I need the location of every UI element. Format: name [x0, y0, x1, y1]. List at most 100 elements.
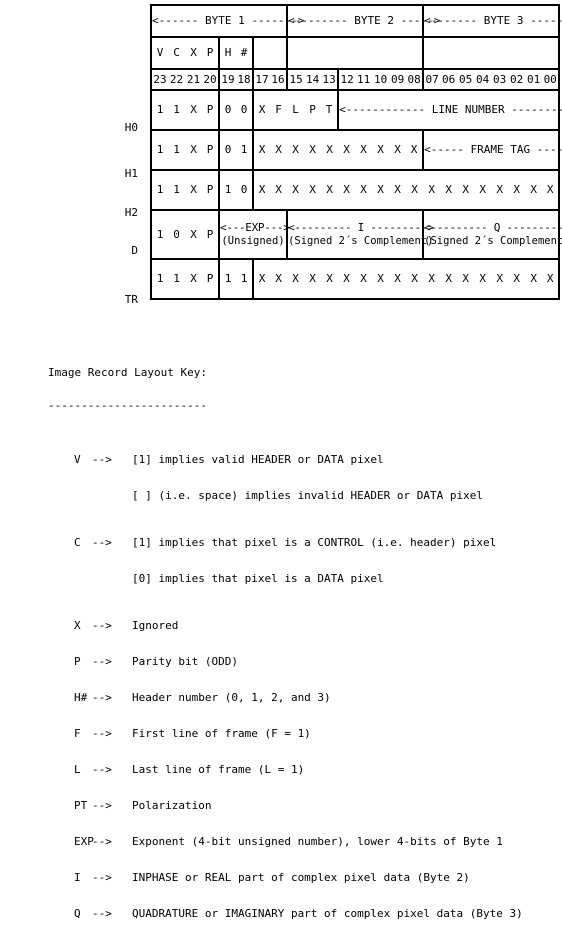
list-item: P --> Parity bit (ODD) — [48, 656, 523, 670]
legend-symbol-f: F — [74, 727, 81, 740]
legend-title-rule: ------------------------ — [48, 399, 207, 412]
tr-bit-08: X — [406, 259, 424, 300]
h2-bit-17: X — [252, 170, 270, 211]
h2-bit-11: X — [355, 170, 373, 211]
h2-bit-06: X — [440, 170, 458, 211]
legend-symbol-l: L — [74, 763, 81, 776]
legend-symbol-c: C — [74, 536, 81, 549]
tr-bit-04: X — [474, 259, 492, 300]
table-row-h0: 1 1 X P 0 0 X F L P T <------------ LINE… — [150, 90, 562, 131]
legend-symbol-hnum: H# — [74, 691, 88, 704]
row-label-h2: H2 — [124, 206, 138, 219]
tr-bit-16: X — [270, 259, 288, 300]
d-bit-21: X — [185, 210, 202, 260]
legend-arrow: --> — [92, 799, 112, 812]
bit-04: 04 — [474, 69, 492, 91]
legend-text-c-cont: [0] implies that pixel is a DATA pixel — [132, 572, 384, 585]
h0-bit-22: 1 — [168, 90, 185, 131]
bit-20: 20 — [202, 69, 219, 91]
h1-bit-12: X — [338, 130, 356, 171]
legend-arrow: --> — [92, 871, 112, 884]
tr-bit-13: X — [321, 259, 339, 300]
tr-bit-09: X — [389, 259, 407, 300]
h2-bit-01: X — [525, 170, 543, 211]
list-item: I --> INPHASE or REAL part of complex pixe… — [48, 872, 523, 886]
tr-bit-05: X — [457, 259, 475, 300]
h2-bit-22: 1 — [168, 170, 185, 211]
legend-text-l: Last line of frame (L = 1) — [132, 763, 305, 776]
tr-bit-01: X — [525, 259, 543, 300]
tr-bit-03: X — [491, 259, 509, 300]
h1-bit-17: X — [252, 130, 270, 171]
bit-15: 15 — [286, 69, 305, 91]
d-i-sublabel: (Signed 2´s Complement) — [288, 234, 434, 247]
byte-2-header: <-------- BYTE 2 -----> — [286, 4, 440, 38]
bit-05: 05 — [457, 69, 475, 91]
legend-symbol-p: P — [74, 655, 81, 668]
h0-bit-13: T — [321, 90, 339, 131]
legend-text-hnum: Header number (0, 1, 2, and 3) — [132, 691, 331, 704]
legend-key: Image Record Layout Key: ---------------… — [48, 345, 523, 933]
table-row-h1: 1 1 X P 0 1 X X X X X X X X X X <----- F… — [150, 130, 562, 171]
byte-header-row: <------ BYTE 1 -------> <-------- BYTE 2… — [149, 4, 562, 38]
d-exp-sublabel: (Unsigned) — [221, 234, 285, 247]
d-bit-20: P — [202, 210, 219, 260]
bit-10: 10 — [372, 69, 390, 91]
legend-text-exp: Exponent (4-bit unsigned number), lower … — [132, 835, 503, 848]
h1-bit-19: 0 — [218, 130, 236, 171]
list-item: F --> First line of frame (F = 1) — [48, 728, 523, 742]
tr-bit-19: 1 — [218, 259, 236, 300]
list-item: L --> Last line of frame (L = 1) — [48, 764, 523, 778]
legend-text-v: [1] implies valid HEADER or DATA pixel — [132, 453, 384, 466]
bit-field-table: <------ BYTE 1 -------> <-------- BYTE 2… — [149, 4, 562, 300]
list-item: X --> Ignored — [48, 620, 523, 634]
h2-bit-08: X — [406, 170, 424, 211]
h0-bit-18: 0 — [236, 90, 253, 131]
list-item: [ ] (i.e. space) implies invalid HEADER … — [48, 490, 523, 504]
legend-text-v-cont: [ ] (i.e. space) implies invalid HEADER … — [132, 489, 483, 502]
legend-text-q: QUADRATURE or IMAGINARY part of complex … — [132, 907, 523, 920]
field-label-blank-byte2 — [286, 37, 424, 70]
h1-bit-11: X — [355, 130, 373, 171]
tr-bit-12: X — [338, 259, 356, 300]
list-item: C --> [1] implies that pixel is a CONTROL … — [48, 537, 523, 551]
h2-bit-14: X — [304, 170, 322, 211]
h1-bit-20: P — [202, 130, 219, 171]
h2-bit-09: X — [389, 170, 407, 211]
bit-07: 07 — [422, 69, 441, 91]
h2-bit-00: X — [542, 170, 561, 211]
h1-bit-23: 1 — [150, 130, 168, 171]
tr-bit-21: X — [185, 259, 202, 300]
legend-arrow: --> — [92, 691, 112, 704]
field-label-h: H — [218, 37, 236, 70]
d-q-sublabel: (Signed 2´s Complement) — [424, 234, 562, 247]
h2-bit-05: X — [457, 170, 475, 211]
d-q-field: <--------- Q ---------> (Signed 2´s Comp… — [422, 210, 562, 260]
table-row-d: 1 0 X P <---EXP---> (Unsigned) <--------… — [150, 210, 562, 260]
d-exp-field: <---EXP---> (Unsigned) — [217, 210, 290, 260]
field-label-blank-byte3 — [422, 37, 561, 70]
h0-bit-23: 1 — [150, 90, 168, 131]
h1-frame-tag-span: <----- FRAME TAG -----> — [422, 130, 562, 171]
h1-bit-16: X — [270, 130, 288, 171]
h1-bit-13: X — [321, 130, 339, 171]
row-label-tr: TR — [124, 293, 138, 306]
d-exp-label: <---EXP---> — [220, 221, 290, 235]
legend-symbol-v: V — [74, 453, 81, 466]
legend-arrow: --> — [92, 835, 112, 848]
field-label-blank-1716 — [251, 37, 288, 70]
h1-bit-22: 1 — [168, 130, 185, 171]
legend-text-i: INPHASE or REAL part of complex pixel da… — [132, 871, 470, 884]
list-item: [0] implies that pixel is a DATA pixel — [48, 573, 523, 587]
bit-14: 14 — [304, 69, 322, 91]
bit-00: 00 — [542, 69, 561, 91]
tr-bit-06: X — [440, 259, 458, 300]
legend-text-x: Ignored — [132, 619, 179, 632]
field-label-x: X — [185, 37, 202, 70]
d-i-field: <--------- I ---------> (Signed 2´s Comp… — [286, 210, 434, 260]
list-item: V --> [1] implies valid HEADER or DATA pix… — [48, 454, 523, 468]
bit-11: 11 — [355, 69, 373, 91]
bit-16: 16 — [270, 69, 288, 91]
bit-02: 02 — [508, 69, 526, 91]
h2-bit-21: X — [185, 170, 202, 211]
